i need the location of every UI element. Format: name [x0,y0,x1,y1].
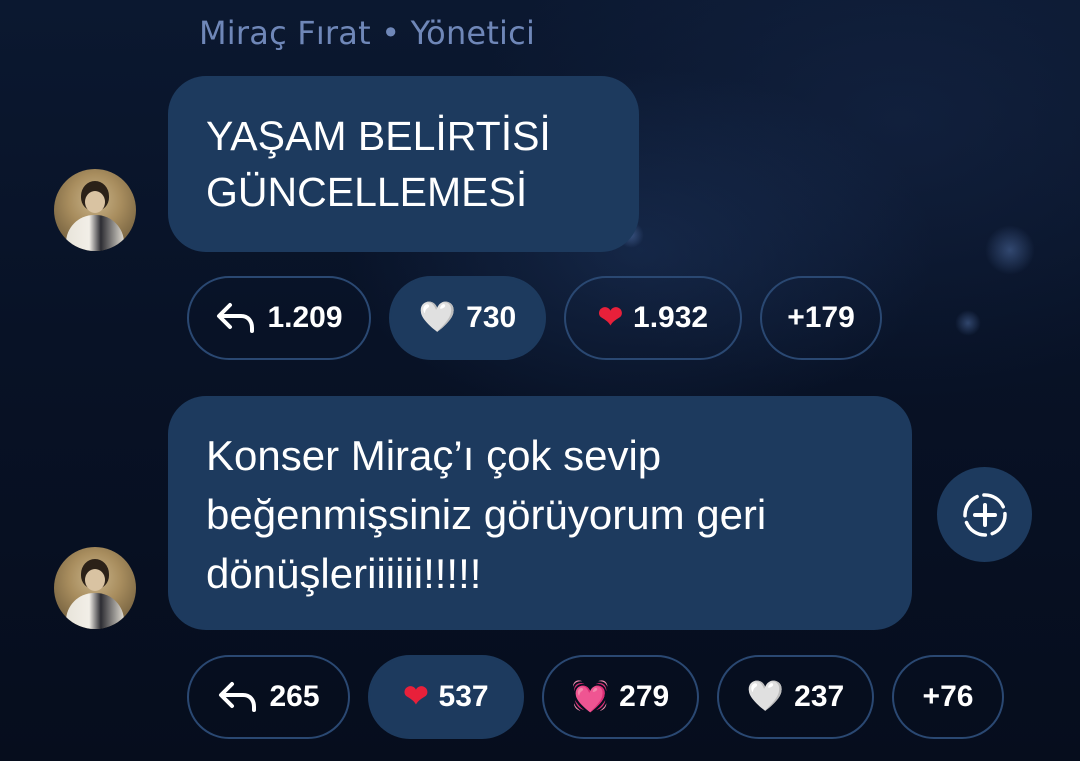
reply-arrow-icon [219,682,257,712]
red-heart-icon: ❤ [597,301,624,334]
avatar[interactable] [54,169,136,251]
reaction-chip-beating-heart[interactable]: 💓 279 [542,655,699,739]
reply-chip[interactable]: 265 [187,655,350,739]
message-bubble[interactable]: Konser Miraç’ı çok sevip beğenmişsiniz g… [168,396,912,630]
reaction-chip-white-heart[interactable]: 🤍 237 [717,655,874,739]
red-heart-icon: ❤ [403,680,429,713]
avatar[interactable] [54,547,136,629]
sender-header: Miraç Fırat • Yönetici [199,14,535,52]
reaction-chip-white-heart[interactable]: 🤍 730 [389,276,546,360]
reply-count: 265 [269,680,320,713]
background-light [985,225,1035,275]
background-light [955,310,981,336]
more-reactions-chip[interactable]: +179 [760,276,882,360]
more-reactions-count: +179 [787,301,855,334]
reaction-bar: 1.209 🤍 730 ❤ 1.932 +179 [187,276,882,360]
message-text: Konser Miraç’ı çok sevip beğenmişsiniz g… [206,432,767,597]
add-reaction-button[interactable] [937,467,1032,562]
reply-arrow-icon [217,303,255,333]
reaction-count: 237 [794,680,845,713]
add-reaction-icon [962,492,1007,537]
reply-chip[interactable]: 1.209 [187,276,371,360]
reaction-chip-red-heart[interactable]: ❤ 1.932 [564,276,742,360]
sender-role: Yönetici [410,14,536,52]
white-heart-icon: 🤍 [746,680,785,713]
more-reactions-count: +76 [922,680,974,713]
reaction-count: 537 [438,680,489,713]
reply-count: 1.209 [267,301,343,334]
more-reactions-chip[interactable]: +76 [892,655,1004,739]
white-heart-icon: 🤍 [418,301,457,334]
sender-separator: • [381,14,401,52]
reaction-count: 730 [466,301,517,334]
message-text: YAŞAM BELİRTİSİ GÜNCELLEMESİ [206,113,551,215]
beating-heart-icon: 💓 [571,680,610,713]
reaction-chip-red-heart[interactable]: ❤ 537 [368,655,524,739]
message-bubble[interactable]: YAŞAM BELİRTİSİ GÜNCELLEMESİ [168,76,639,252]
reaction-count: 1.932 [633,301,709,334]
reaction-count: 279 [619,680,670,713]
sender-name[interactable]: Miraç Fırat [199,14,371,52]
reaction-bar: 265 ❤ 537 💓 279 🤍 237 +76 [187,655,1004,739]
